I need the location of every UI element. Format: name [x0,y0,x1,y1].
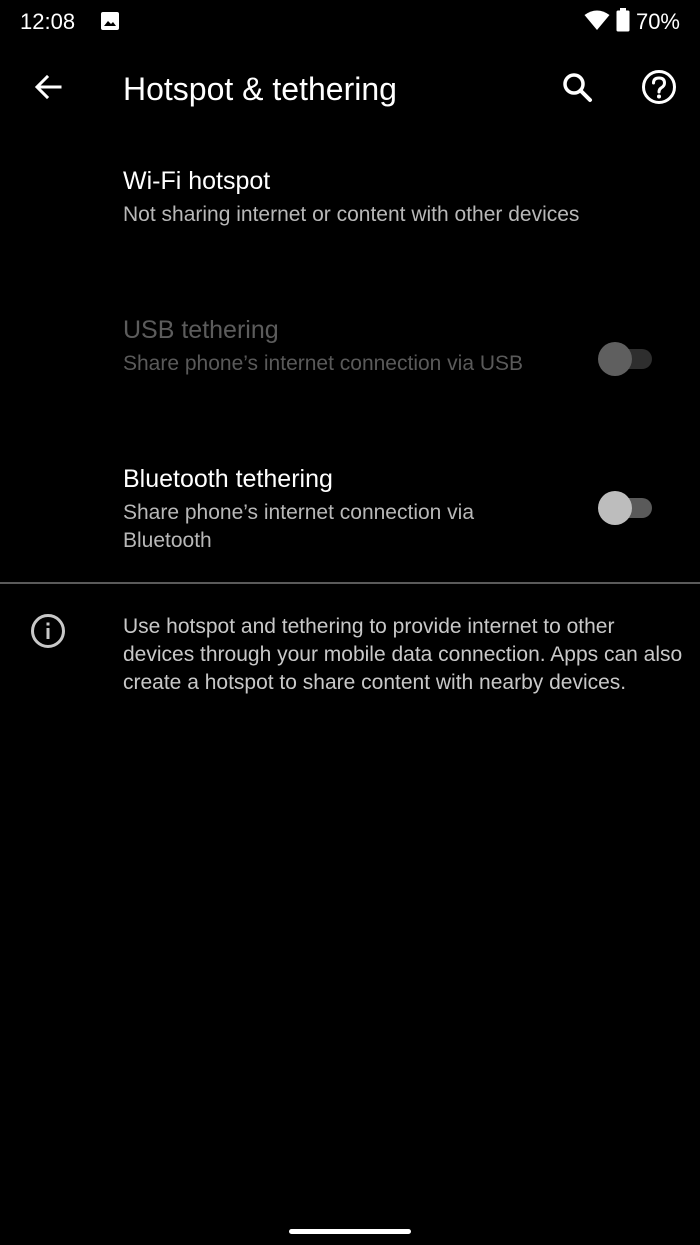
wifi-hotspot-item[interactable]: Wi-Fi hotspot Not sharing internet or co… [0,150,700,270]
status-time: 12:08 [20,9,76,34]
wifi-hotspot-title: Wi-Fi hotspot [123,167,271,195]
battery-percentage: 70% [635,9,680,34]
help-icon [641,69,677,110]
wifi-hotspot-summary: Not sharing internet or content with oth… [123,203,580,226]
usb-tethering-item: USB tethering Share phone’s internet con… [0,300,700,430]
divider [0,582,700,584]
image-icon [100,11,120,31]
switch-thumb [598,342,632,376]
bluetooth-tethering-summary: Share phone’s internet connection via Bl… [123,501,475,552]
usb-tethering-title: USB tethering [123,316,279,344]
status-bar: 12:08 70% [0,0,700,44]
battery-icon [616,7,630,37]
back-button[interactable] [20,61,76,117]
bluetooth-tethering-item[interactable]: Bluetooth tethering Share phone’s intern… [0,448,700,578]
gesture-nav-handle[interactable] [289,1229,411,1234]
back-arrow-icon [33,72,63,107]
page-title: Hotspot & tethering [123,71,397,107]
usb-tethering-switch [598,341,656,377]
bluetooth-tethering-switch[interactable] [598,490,656,526]
bluetooth-tethering-title: Bluetooth tethering [123,465,333,493]
usb-tethering-summary: Share phone’s internet connection via US… [123,352,524,375]
search-icon [561,71,593,108]
search-button[interactable] [549,61,605,117]
help-button[interactable] [631,61,687,117]
app-bar: Hotspot & tethering [0,44,700,134]
info-icon [30,613,66,649]
switch-thumb [598,491,632,525]
info-footer-text: Use hotspot and tethering to provide int… [123,615,683,694]
status-indicators: 70% [584,7,680,37]
wifi-icon [584,9,610,36]
